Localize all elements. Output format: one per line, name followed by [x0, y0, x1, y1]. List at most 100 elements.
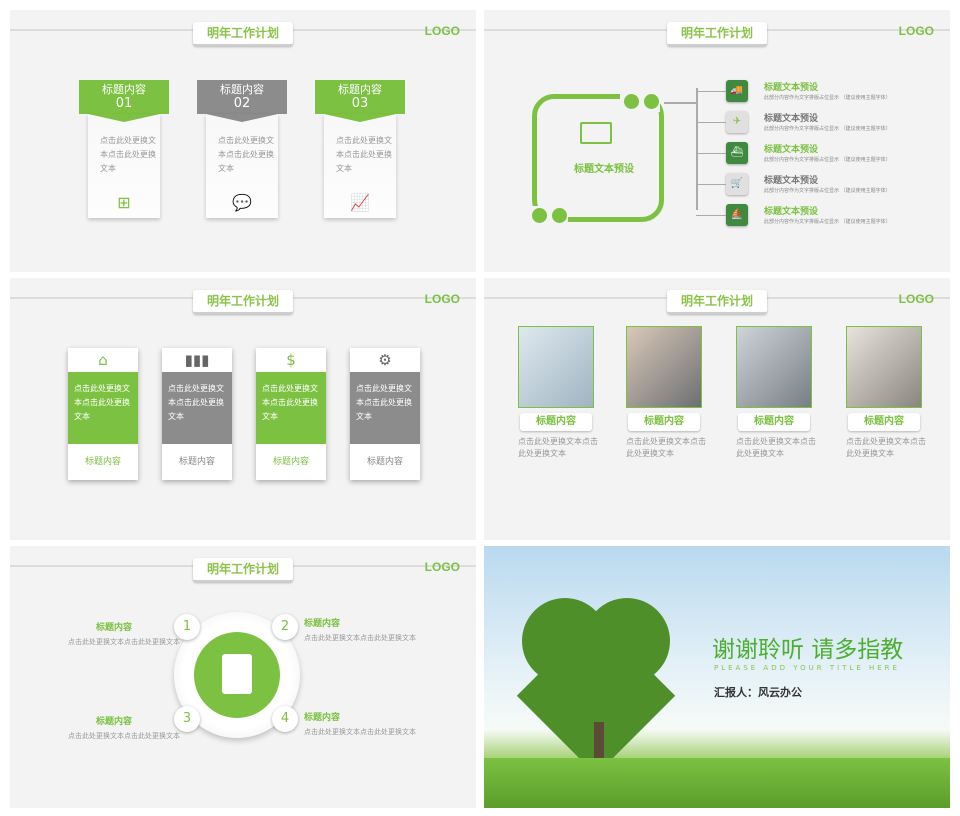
boat-icon: ⛵: [726, 204, 748, 226]
logo: LOGO: [424, 292, 460, 306]
grass: [484, 758, 950, 808]
card-text: 点击此处更换文本点击此处更换文本: [336, 136, 392, 173]
row-subtitle: 此部分内容作为文字排版占位显示 （建议使用主题字体）: [764, 95, 891, 101]
cart-icon: 🛒: [726, 173, 748, 195]
card-number: 03: [351, 96, 369, 111]
logo: LOGO: [898, 292, 934, 306]
slide-4[interactable]: 明年工作计划 LOGO 标题内容 点击此处更换文本点击此处更换文本 标题内容 点击此处…: [484, 278, 950, 540]
connector-tick: [696, 153, 726, 154]
plan-card[interactable]: 标题内容 03 点击此处更换文本点击此处更换文本 📈: [315, 80, 405, 218]
connector-tick: [696, 91, 726, 92]
step-label: 标题内容: [96, 717, 133, 727]
feature-card[interactable]: ⌂ 点击此处更换文本点击此处更换文本 标题内容: [68, 348, 138, 480]
slide-5[interactable]: 明年工作计划 LOGO 1 标题内容 点击此处更换文本点击此处更换文本 2 标题内容 点击…: [10, 546, 476, 808]
card-text: 点击此处更换文本点击此处更换文本: [218, 136, 274, 173]
item-text: 点击此处更换文本点击此处更换文本: [518, 437, 598, 458]
card-number: 01: [115, 96, 133, 111]
bar-chart-icon: ▮▮▮: [184, 351, 210, 369]
row-subtitle: 此部分内容作为文字排版占位显示 （建议使用主题字体）: [764, 219, 891, 225]
row-title: 标题文本预设: [764, 207, 819, 217]
topic-row[interactable]: 🛒 标题文本预设 此部分内容作为文字排版占位显示 （建议使用主题字体）: [726, 173, 950, 197]
step-label: 标题内容: [304, 619, 341, 629]
card-flag: 标题内容 02: [197, 80, 287, 114]
connector-line: [696, 88, 698, 210]
slide-title: 明年工作计划: [193, 290, 293, 314]
step-text: 点击此处更换文本点击此处更换文本: [304, 728, 416, 736]
topic-row[interactable]: ⛴ 标题文本预设 此部分内容作为文字排版占位显示 （建议使用主题字体）: [726, 142, 950, 166]
plane-icon: ✈: [726, 111, 748, 133]
tree-canopy: [516, 598, 676, 775]
step-label: 标题内容: [96, 623, 133, 633]
document-photo: [518, 326, 594, 408]
card-body: 点击此处更换文本点击此处更换文本 📈: [324, 114, 396, 218]
card-body: 点击此处更换文本点击此处更换文本 ⊞: [88, 114, 160, 218]
topic-row[interactable]: ✈ 标题文本预设 此部分内容作为文字排版占位显示 （建议使用主题字体）: [726, 111, 950, 135]
card-body: 点击此处更换文本点击此处更换文本 💬: [206, 114, 278, 218]
topic-row[interactable]: ⛵ 标题文本预设 此部分内容作为文字排版占位显示 （建议使用主题字体）: [726, 204, 950, 228]
item-label: 标题内容: [738, 413, 810, 431]
thanks-text: 谢谢聆听 请多指教: [712, 637, 904, 663]
item-label: 标题内容: [848, 413, 920, 431]
chess-photo: [846, 326, 922, 408]
item-label: 标题内容: [520, 413, 592, 431]
card-text: 点击此处更换文本点击此处更换文本: [350, 372, 420, 444]
plan-card[interactable]: 标题内容 02 点击此处更换文本点击此处更换文本 💬: [197, 80, 287, 218]
center-label: 标题文本预设: [574, 164, 634, 175]
item-text: 点击此处更换文本点击此处更换文本: [736, 437, 816, 458]
slide-title: 明年工作计划: [667, 290, 767, 314]
center-frame: [532, 94, 664, 222]
row-subtitle: 此部分内容作为文字排版占位显示 （建议使用主题字体）: [764, 157, 891, 163]
step-text: 点击此处更换文本点击此处更换文本: [304, 634, 416, 642]
row-title: 标题文本预设: [764, 114, 819, 124]
card-label: 标题内容: [220, 83, 264, 96]
truck-icon: 🚚: [726, 80, 748, 102]
quote-dot: [552, 208, 567, 223]
feature-card[interactable]: $ 点击此处更换文本点击此处更换文本 标题内容: [256, 348, 326, 480]
step-number: 3: [174, 706, 200, 732]
logo: LOGO: [424, 560, 460, 574]
english-subtitle: PLEASE ADD YOUR TITLE HERE: [714, 664, 900, 672]
laptop-photo: [626, 326, 702, 408]
slide-title: 明年工作计划: [193, 558, 293, 582]
card-flag: 标题内容 01: [79, 80, 169, 114]
chat-icon: 💬: [232, 193, 252, 212]
row-title: 标题文本预设: [764, 176, 819, 186]
step-number: 4: [272, 706, 298, 732]
card-text: 点击此处更换文本点击此处更换文本: [68, 372, 138, 444]
slide-3[interactable]: 明年工作计划 LOGO ⌂ 点击此处更换文本点击此处更换文本 标题内容 ▮▮▮ 点…: [10, 278, 476, 540]
feature-card[interactable]: ▮▮▮ 点击此处更换文本点击此处更换文本 标题内容: [162, 348, 232, 480]
slide-title: 明年工作计划: [667, 22, 767, 46]
step-text: 点击此处更换文本点击此处更换文本: [68, 638, 180, 646]
card-label: 标题内容: [272, 457, 309, 467]
card-text: 点击此处更换文本点击此处更换文本: [162, 372, 232, 444]
reporter-text: 汇报人：风云办公: [714, 686, 802, 699]
laptop-chart-icon: [580, 122, 612, 144]
chart-up-icon: 📈: [350, 193, 370, 212]
slide-6[interactable]: 谢谢聆听 请多指教 PLEASE ADD YOUR TITLE HERE 汇报人…: [484, 546, 950, 808]
logo: LOGO: [424, 24, 460, 38]
plan-card[interactable]: 标题内容 01 点击此处更换文本点击此处更换文本 ⊞: [79, 80, 169, 218]
row-subtitle: 此部分内容作为文字排版占位显示 （建议使用主题字体）: [764, 188, 891, 194]
slide-1[interactable]: 明年工作计划 LOGO 标题内容 01 点击此处更换文本点击此处更换文本 ⊞ 标…: [10, 10, 476, 272]
quote-dot: [532, 208, 547, 223]
money-icon: $: [286, 351, 296, 369]
card-label: 标题内容: [102, 83, 146, 96]
quote-dot: [644, 94, 659, 109]
row-title: 标题文本预设: [764, 145, 819, 155]
row-subtitle: 此部分内容作为文字排版占位显示 （建议使用主题字体）: [764, 126, 891, 132]
slide-2[interactable]: 明年工作计划 LOGO 标题文本预设 🚚 标题文本预设 此部分内容作为文字排版占…: [484, 10, 950, 272]
step-label: 标题内容: [304, 713, 341, 723]
logo: LOGO: [898, 24, 934, 38]
feature-card[interactable]: ⚙ 点击此处更换文本点击此处更换文本 标题内容: [350, 348, 420, 480]
card-label: 标题内容: [84, 457, 121, 467]
step-text: 点击此处更换文本点击此处更换文本: [68, 732, 180, 740]
card-label: 标题内容: [178, 457, 215, 467]
item-text: 点击此处更换文本点击此处更换文本: [626, 437, 706, 458]
notebook-icon: [222, 654, 252, 694]
topic-row[interactable]: 🚚 标题文本预设 此部分内容作为文字排版占位显示 （建议使用主题字体）: [726, 80, 950, 104]
connector-line: [664, 102, 696, 104]
card-text: 点击此处更换文本点击此处更换文本: [100, 136, 156, 173]
step-number: 2: [272, 614, 298, 640]
item-label: 标题内容: [628, 413, 700, 431]
card-label: 标题内容: [366, 457, 403, 467]
